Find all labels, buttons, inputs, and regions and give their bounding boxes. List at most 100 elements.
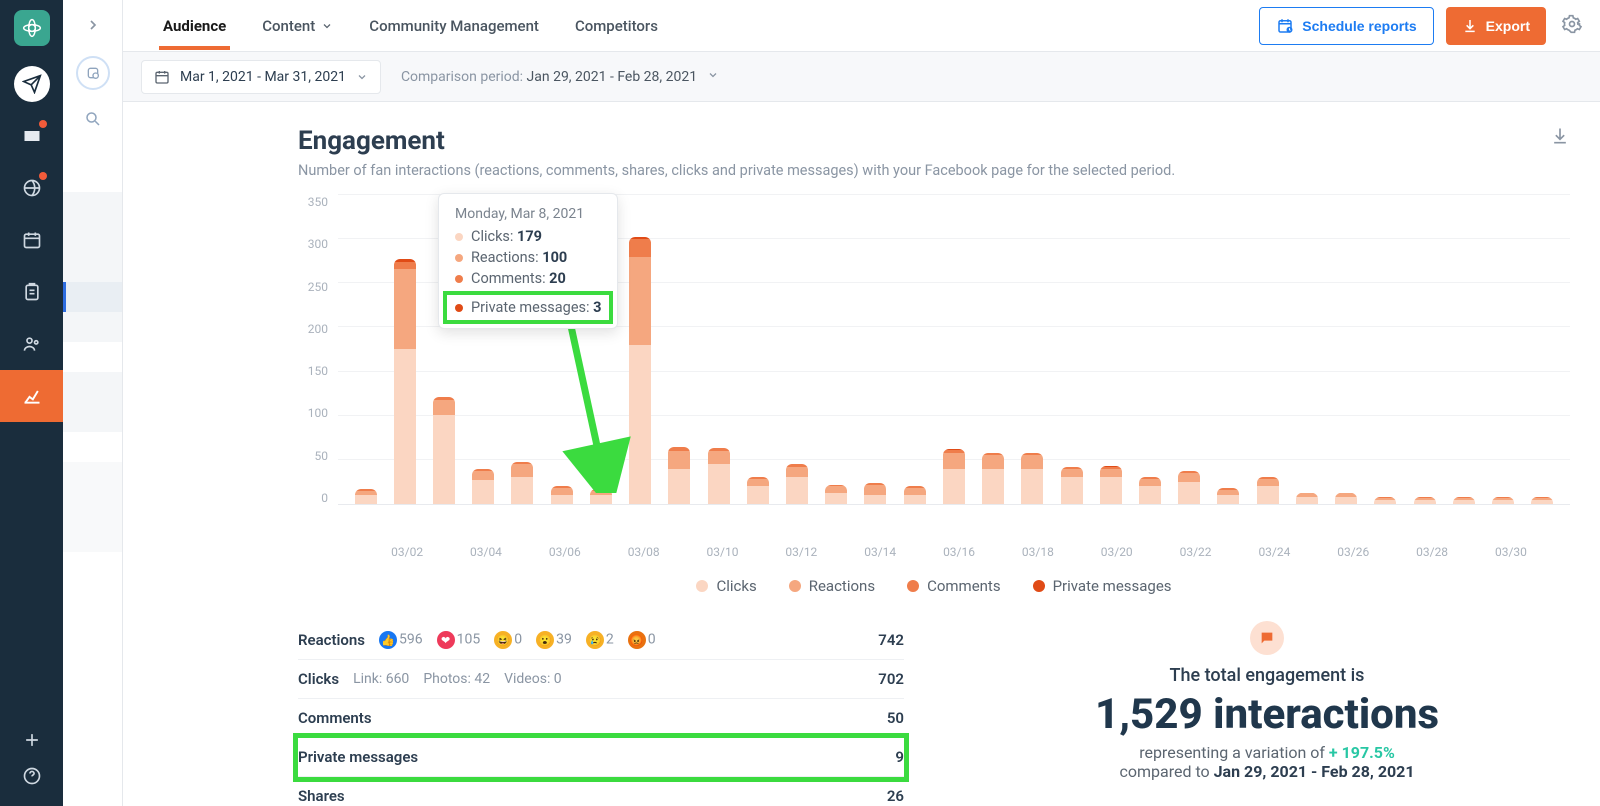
chart-bar[interactable] <box>738 195 777 504</box>
click-breakdown: Photos: 42 <box>423 671 490 687</box>
reaction-like: 👍596 <box>379 631 423 649</box>
reaction-haha: 😆0 <box>494 631 522 649</box>
comparison-label: Comparison period: <box>401 69 527 85</box>
chart-xaxis: 03/0203/0403/0603/0803/1003/1203/1403/16… <box>298 535 1570 559</box>
date-range-value: Mar 1, 2021 - Mar 31, 2021 <box>180 69 346 85</box>
comment-chip-icon <box>1250 621 1284 655</box>
chart-bar[interactable] <box>1444 195 1483 504</box>
section-item[interactable] <box>63 462 122 492</box>
reaction-wow: 😮39 <box>536 631 572 649</box>
chart-bar[interactable] <box>699 195 738 504</box>
legend-item[interactable]: Private messages <box>1033 577 1172 595</box>
tab-competitors[interactable]: Competitors <box>571 3 662 49</box>
chart-bar[interactable] <box>895 195 934 504</box>
search-icon[interactable] <box>84 110 102 132</box>
reaction-love: ❤105 <box>437 631 481 649</box>
app-sidebar <box>0 0 63 806</box>
chart-bar[interactable] <box>1248 195 1287 504</box>
chart-bar[interactable] <box>1091 195 1130 504</box>
chart-bar[interactable] <box>777 195 816 504</box>
comparison-picker[interactable]: Comparison period: Jan 29, 2021 - Feb 28… <box>401 69 719 85</box>
notification-dot <box>39 172 47 180</box>
chart-bar[interactable] <box>1287 195 1326 504</box>
chart-bar[interactable] <box>1130 195 1169 504</box>
filter-bar: Mar 1, 2021 - Mar 31, 2021 Comparison pe… <box>123 52 1600 102</box>
schedule-reports-label: Schedule reports <box>1302 18 1416 34</box>
section-item-active[interactable] <box>63 282 122 312</box>
sidebar-sections <box>63 192 122 552</box>
nav-clipboard[interactable] <box>0 266 63 318</box>
tab-community-management[interactable]: Community Management <box>365 3 543 49</box>
legend-item[interactable]: Reactions <box>789 577 875 595</box>
export-label: Export <box>1486 18 1530 34</box>
chart-bar[interactable] <box>385 195 424 504</box>
secondary-sidebar <box>63 0 123 806</box>
chart-bar[interactable] <box>856 195 895 504</box>
chart-bar[interactable] <box>346 195 385 504</box>
panel-subtitle: Number of fan interactions (reactions, c… <box>298 162 1175 179</box>
nav-team[interactable] <box>0 318 63 370</box>
section-item[interactable] <box>63 492 122 522</box>
click-breakdown: Link: 660 <box>353 671 409 687</box>
chart-bar[interactable] <box>621 195 660 504</box>
expand-sidebar-icon[interactable] <box>82 14 104 36</box>
section-item[interactable] <box>63 372 122 402</box>
chart-bar[interactable] <box>974 195 1013 504</box>
tooltip-date: Monday, Mar 8, 2021 <box>455 206 601 222</box>
section-item[interactable] <box>63 312 122 342</box>
tooltip-row: Clicks: 179 <box>455 228 601 245</box>
profile-selector[interactable] <box>76 56 110 90</box>
nav-add[interactable] <box>22 730 42 754</box>
summary-row-clicks: Clicks Link: 660Photos: 42Videos: 0 702 <box>298 660 904 699</box>
nav-analytics[interactable] <box>0 370 63 422</box>
tab-content[interactable]: Content <box>258 3 337 49</box>
tooltip-row: Comments: 20 <box>455 270 601 287</box>
chart-bar[interactable] <box>1170 195 1209 504</box>
chart-bar[interactable] <box>1013 195 1052 504</box>
tooltip-row: Private messages: 3 <box>443 291 613 324</box>
chart-bar[interactable] <box>1209 195 1248 504</box>
chart-bar[interactable] <box>1483 195 1522 504</box>
section-item[interactable] <box>63 222 122 252</box>
nav-calendar[interactable] <box>0 214 63 266</box>
section-item[interactable] <box>63 192 122 222</box>
topbar: Audience Content Community Management Compe… <box>123 0 1600 52</box>
chart-legend: Clicks Reactions Comments Private messages <box>298 577 1570 595</box>
chart-bar[interactable] <box>1366 195 1405 504</box>
nav-inbox[interactable] <box>0 110 63 162</box>
chart-tooltip: Monday, Mar 8, 2021 Clicks: 179 Reactions… <box>438 193 618 329</box>
legend-item[interactable]: Clicks <box>696 577 756 595</box>
chart-bar[interactable] <box>1052 195 1091 504</box>
panel-title: Engagement <box>298 126 1175 156</box>
tooltip-row: Reactions: 100 <box>455 249 601 266</box>
engagement-chart: 350300250200150100500 03/0203/0403/0603/… <box>298 195 1570 595</box>
section-item[interactable] <box>63 252 122 282</box>
date-range-picker[interactable]: Mar 1, 2021 - Mar 31, 2021 <box>141 60 381 94</box>
chart-bar[interactable] <box>817 195 856 504</box>
click-breakdown: Videos: 0 <box>504 671 562 687</box>
reaction-angry: 😡0 <box>628 631 656 649</box>
nav-compose[interactable] <box>0 58 63 110</box>
legend-item[interactable]: Comments <box>907 577 1001 595</box>
export-button[interactable]: Export <box>1446 7 1546 45</box>
chart-bar[interactable] <box>1405 195 1444 504</box>
total-engagement-card: The total engagement is 1,529 interactio… <box>964 621 1570 781</box>
chart-bar[interactable] <box>1326 195 1365 504</box>
schedule-reports-button[interactable]: Schedule reports <box>1259 7 1433 45</box>
notification-dot <box>39 120 47 128</box>
app-logo[interactable] <box>14 10 50 46</box>
section-item[interactable] <box>63 522 122 552</box>
settings-icon[interactable] <box>1562 14 1582 38</box>
chart-bar[interactable] <box>660 195 699 504</box>
nav-listen[interactable] <box>0 162 63 214</box>
chart-bar[interactable] <box>934 195 973 504</box>
summary-row-private-messages: Private messages 9 <box>298 738 904 777</box>
summary-row-comments: Comments 50 <box>298 699 904 738</box>
reaction-sad: 😢2 <box>586 631 614 649</box>
section-item[interactable] <box>63 402 122 432</box>
chart-bar[interactable] <box>1523 195 1562 504</box>
download-icon[interactable] <box>1550 126 1570 150</box>
tab-audience[interactable]: Audience <box>159 3 230 49</box>
nav-help[interactable] <box>22 766 42 790</box>
chart-yaxis: 350300250200150100500 <box>298 195 338 505</box>
